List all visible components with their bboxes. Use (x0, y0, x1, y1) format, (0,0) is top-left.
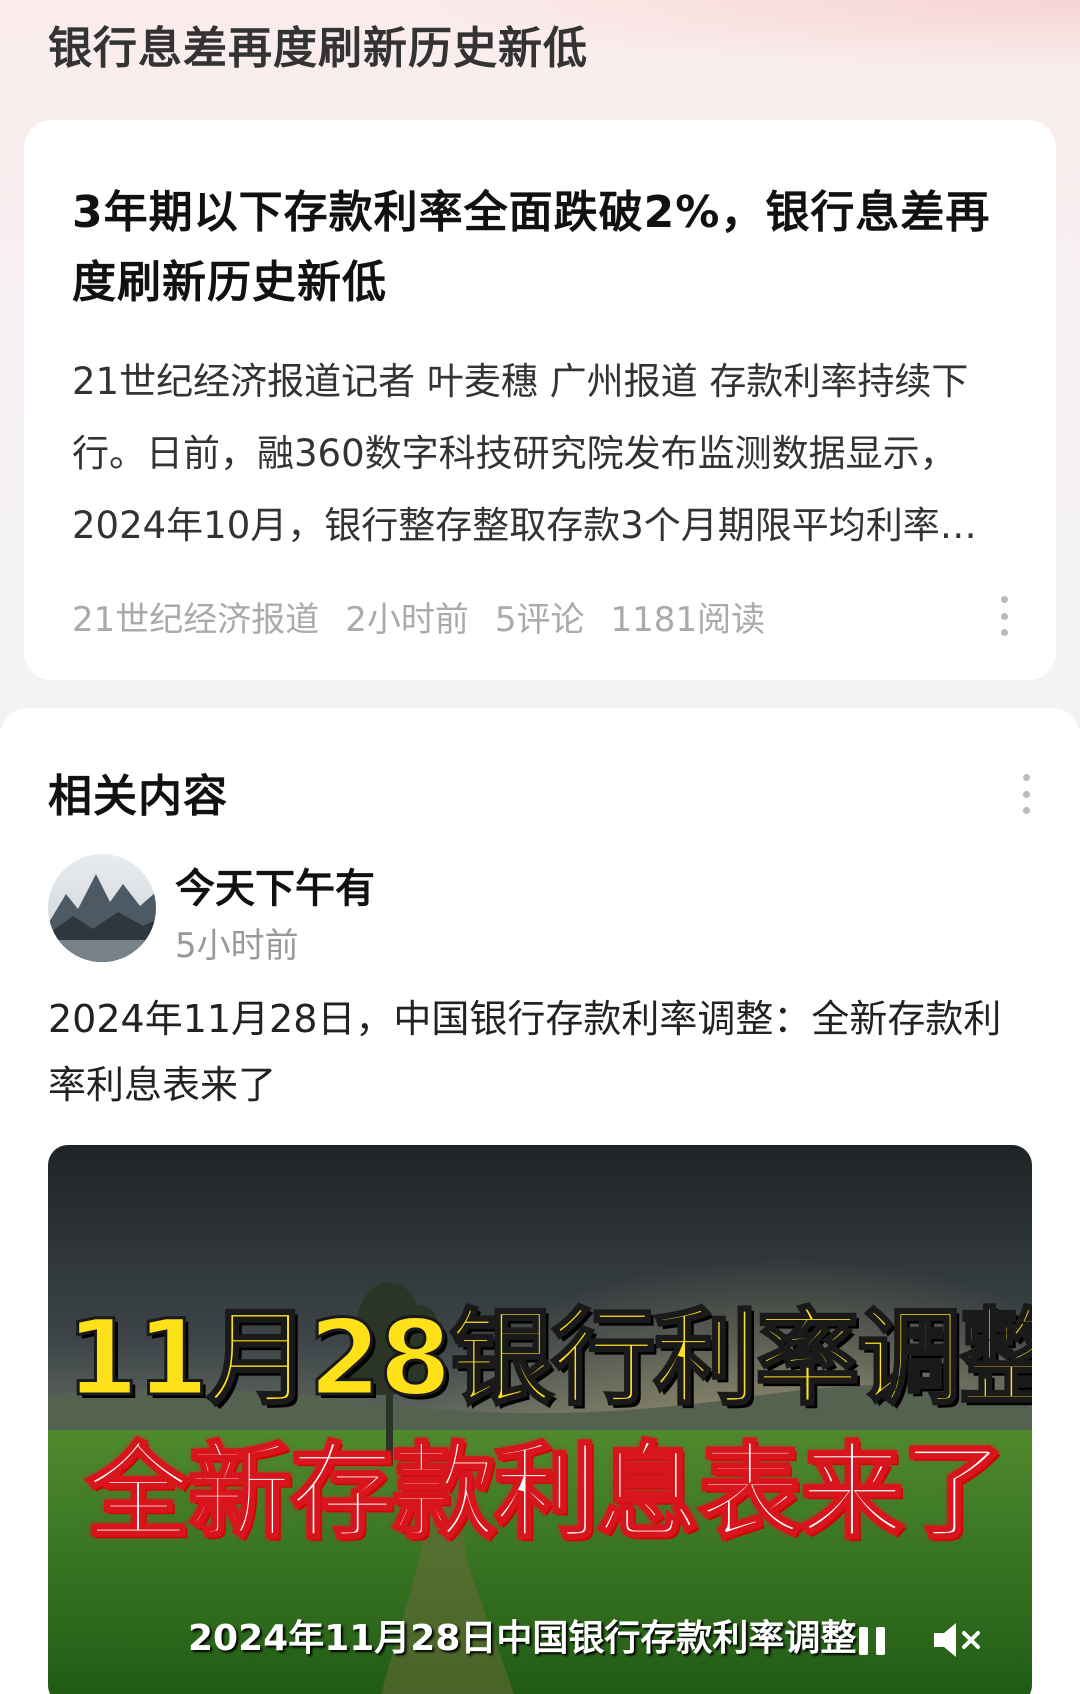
article-card[interactable]: 3年期以下存款利率全面跌破2%，银行息差再度刷新历史新低 21世纪经济报道记者 … (24, 120, 1056, 680)
article-time: 2小时前 (345, 599, 469, 640)
more-vertical-icon[interactable] (998, 596, 1010, 636)
video-subheadline: 全新存款利息表来了 (85, 1430, 1008, 1555)
more-vertical-icon[interactable] (1020, 774, 1032, 814)
related-section: 相关内容 今天下午有 5小时前 2024年11月28日，中国银行存款利率调整：全… (0, 708, 1080, 1694)
article-reads: 1181阅读 (610, 599, 766, 640)
mute-icon[interactable] (928, 1615, 984, 1665)
article-source[interactable]: 21世纪经济报道 (72, 592, 319, 641)
article-summary[interactable]: 21世纪经济报道记者 叶麦穗 广州报道 存款利率持续下行。日前，融360数字科技… (72, 346, 1012, 562)
video-caption: 2024年11月28日中国银行存款利率调整 (188, 1618, 857, 1659)
author-name[interactable]: 今天下午有 (175, 856, 375, 914)
video-player[interactable]: 11月28银行利率调整 全新存款利息表来了 2024年11月28日中国银行存款利… (48, 1145, 1032, 1694)
avatar[interactable] (48, 854, 156, 962)
article-meta: 21世纪经济报道 2小时前 5评论 1181阅读 (72, 586, 765, 646)
article-title[interactable]: 3年期以下存款利率全面跌破2%，银行息差再度刷新历史新低 (72, 178, 1012, 318)
related-header: 相关内容 (48, 771, 228, 822)
article-comments[interactable]: 5评论 (495, 592, 585, 641)
pause-icon[interactable] (852, 1619, 892, 1663)
post-time: 5小时前 (175, 926, 299, 966)
page-title: 银行息差再度刷新历史新低 (48, 23, 588, 74)
post-text[interactable]: 2024年11月28日，中国银行存款利率调整：全新存款利率利息表来了 (48, 986, 1028, 1118)
video-headline: 11月28银行利率调整 (65, 1296, 1033, 1421)
